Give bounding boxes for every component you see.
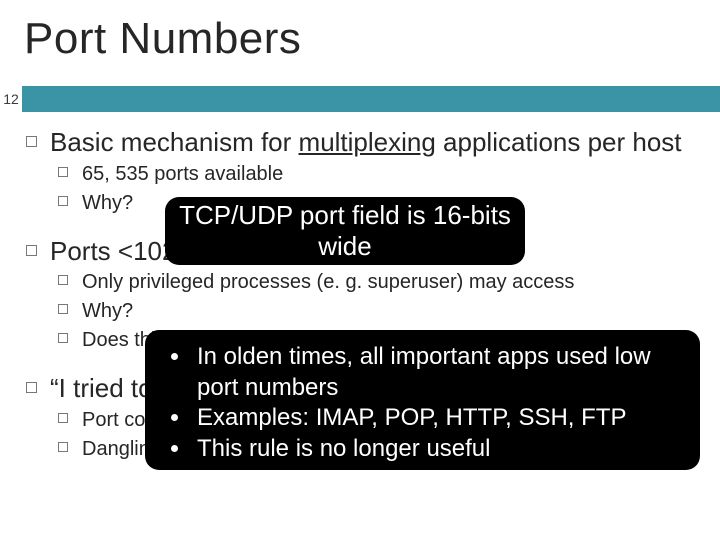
bullet-2a-text: Only privileged processes (e. g. superus… [82, 271, 574, 293]
square-bullet-icon [58, 333, 68, 343]
bullet-dot-icon [171, 353, 178, 360]
square-bullet-icon [58, 196, 68, 206]
callout-bottom: In olden times, all important apps used … [145, 330, 700, 470]
callout-bottom-item-2-text: Examples: IMAP, POP, HTTP, SSH, FTP [197, 404, 626, 431]
bullet-dot-icon [171, 445, 178, 452]
header-bar [0, 86, 720, 112]
bullet-1-text-underlined: multiplexing [299, 127, 436, 157]
callout-top-text: TCP/UDP port field is 16‑bits wide [173, 200, 517, 261]
square-bullet-icon [26, 136, 37, 147]
square-bullet-icon [26, 382, 37, 393]
callout-bottom-item-3: This rule is no longer useful [163, 434, 686, 465]
callout-bottom-item-1-text: In olden times, all important apps used … [197, 343, 651, 401]
bullet-2b: Why? [0, 298, 720, 325]
page-number: 12 [0, 86, 22, 112]
bullet-1-text-a: Basic mechanism for [50, 127, 299, 157]
bullet-2a: Only privileged processes (e. g. superus… [0, 269, 720, 296]
square-bullet-icon [58, 413, 68, 423]
bullet-1a: 65, 535 ports available [0, 161, 720, 188]
callout-top: TCP/UDP port field is 16‑bits wide [165, 197, 525, 265]
callout-bottom-item-2: Examples: IMAP, POP, HTTP, SSH, FTP [163, 403, 686, 434]
callout-bottom-item-3-text: This rule is no longer useful [197, 435, 490, 462]
square-bullet-icon [26, 245, 37, 256]
bullet-dot-icon [171, 414, 178, 421]
slide-title: Port Numbers [24, 14, 301, 64]
bullet-1b-text: Why? [82, 192, 133, 214]
square-bullet-icon [58, 167, 68, 177]
bullet-1: Basic mechanism for multiplexing applica… [0, 126, 720, 159]
bullet-1a-text: 65, 535 ports available [82, 163, 283, 185]
square-bullet-icon [58, 442, 68, 452]
bullet-2b-text: Why? [82, 300, 133, 322]
bullet-1-text-c: applications per host [436, 127, 682, 157]
slide: Port Numbers 12 Basic mechanism for mult… [0, 0, 720, 540]
square-bullet-icon [58, 275, 68, 285]
callout-bottom-item-1: In olden times, all important apps used … [163, 342, 686, 403]
square-bullet-icon [58, 304, 68, 314]
